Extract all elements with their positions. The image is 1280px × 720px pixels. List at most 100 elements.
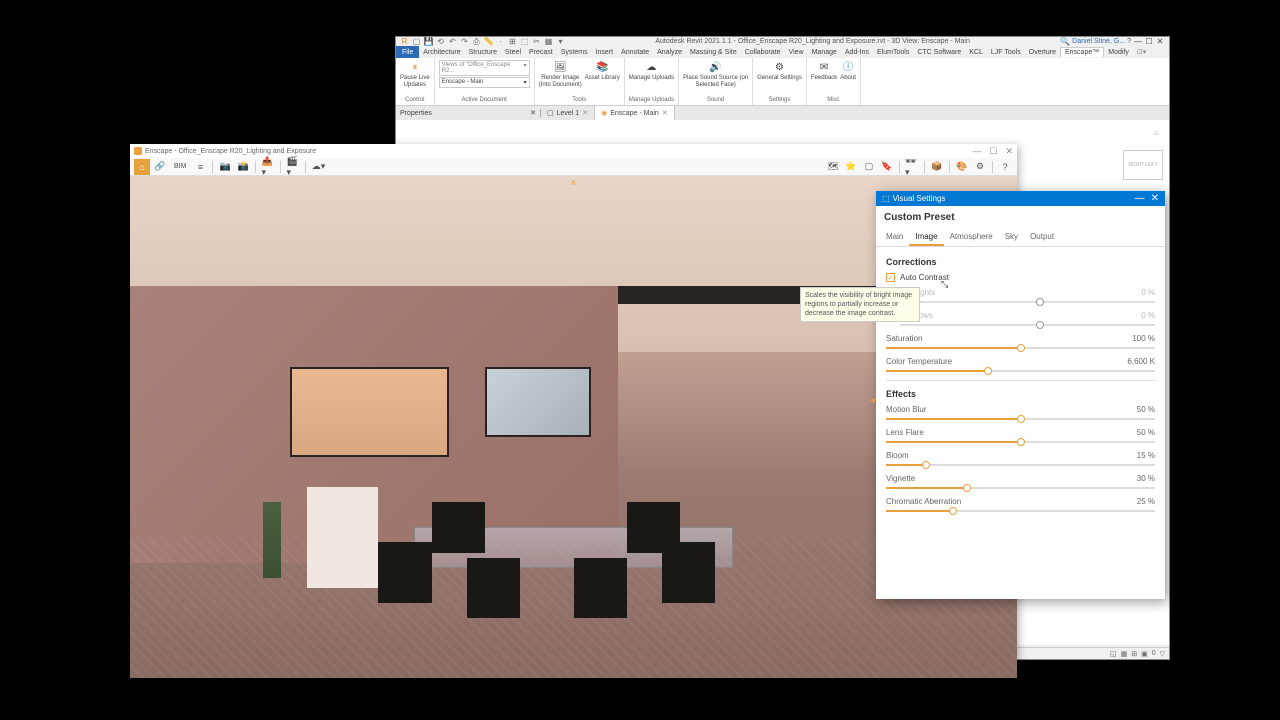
properties-close-icon[interactable]: ✕ [530,109,536,117]
enscape-main-dropdown[interactable]: Enscape - Main▾ [439,77,530,88]
menu-architecture[interactable]: Architecture [419,48,464,57]
lens-flare-slider[interactable]: Lens Flare50 % [886,428,1155,443]
file-menu[interactable]: File [396,46,419,58]
tab-sky[interactable]: Sky [999,229,1024,246]
general-settings-button[interactable]: ⚙General Settings [757,60,802,82]
screenshot-icon[interactable]: 📷 [217,159,233,175]
print-icon[interactable]: ⎙ [472,37,481,46]
place-sound-button[interactable]: 🔊Place Sound Source (on Selected Face) [683,60,748,88]
shadows-slider[interactable]: Shadows0 % [886,311,1155,326]
tab-image[interactable]: Image [909,229,943,246]
menu-expand-icon[interactable]: ⊡▾ [1137,48,1146,56]
menu-structure[interactable]: Structure [465,48,501,57]
menu-addins[interactable]: Add-Ins [841,48,873,57]
menu-kcl[interactable]: KCL [965,48,987,57]
tab-main[interactable]: Main [880,229,909,246]
user-label[interactable]: Daniel.Stine, G... [1072,38,1125,45]
menu-manage[interactable]: Manage [808,48,841,57]
search-icon[interactable]: 🔍 [1060,37,1070,46]
batch-icon[interactable]: 📸 [235,159,251,175]
collapse-icon[interactable]: ˄ [571,178,577,189]
menu-massing[interactable]: Massing & Site [686,48,741,57]
menu-enscape[interactable]: Enscape™ [1060,47,1104,57]
highlights-slider[interactable]: Highlights0 % [886,288,1155,303]
saturation-slider[interactable]: Saturation100 % [886,334,1155,349]
menu-analyze[interactable]: Analyze [653,48,686,57]
viewcube-icon[interactable]: ⌂ [1154,128,1159,137]
vr-icon[interactable]: 🕶▾ [904,159,920,175]
status-icon[interactable]: ◱ [1110,650,1117,658]
vs-titlebar[interactable]: ⬚Visual Settings —✕ [876,191,1165,206]
sync-icon[interactable]: ⟲ [436,37,445,46]
vignette-slider[interactable]: Vignette30 % [886,474,1155,489]
menu-ljf[interactable]: LJF Tools [987,48,1025,57]
video-icon[interactable]: 🎬▾ [285,159,301,175]
menu-view[interactable]: View [785,48,808,57]
help-icon[interactable]: ? [997,159,1013,175]
section-icon[interactable]: ✂ [532,37,541,46]
bookmark-icon[interactable]: 🔖 [879,159,895,175]
asset-library-button[interactable]: 📚Asset Library [585,60,620,82]
menu-overture[interactable]: Overture [1025,48,1060,57]
menu-annotate[interactable]: Annotate [617,48,653,57]
tab-atmosphere[interactable]: Atmosphere [944,229,999,246]
status-icon[interactable]: ▦ [1121,650,1128,658]
export-icon[interactable]: 📤▾ [260,159,276,175]
close-icon[interactable]: ✕ [1155,37,1165,46]
auto-contrast-checkbox[interactable]: ✓Auto Contrast [886,273,1155,282]
menu-steel[interactable]: Steel [501,48,525,57]
tab-output[interactable]: Output [1024,229,1060,246]
menu-ctc[interactable]: CTC Software [913,48,965,57]
views-dropdown[interactable]: Views of "Office_Enscape R2...▾ [439,60,530,76]
visual-settings-icon[interactable]: 🎨 [954,159,970,175]
menu-collaborate[interactable]: Collaborate [741,48,785,57]
minimize-icon[interactable]: — [972,146,981,157]
upload-icon[interactable]: ☁▾ [310,159,326,175]
bloom-slider[interactable]: Bloom15 % [886,451,1155,466]
close-icon[interactable]: ✕ [1005,146,1013,157]
link-icon[interactable]: 🔗 [152,159,168,175]
save-icon[interactable]: 💾 [424,37,433,46]
feedback-button[interactable]: ✉Feedback [811,60,837,82]
align-icon[interactable]: ⊞ [508,37,517,46]
bim-button[interactable]: BIM [170,159,190,175]
open-icon[interactable]: ▢ [412,37,421,46]
menu-precast[interactable]: Precast [525,48,557,57]
status-icon[interactable]: ⊞ [1131,650,1137,658]
3d-icon[interactable]: ⬚ [520,37,529,46]
about-button[interactable]: ⓘAbout [840,60,856,82]
close-icon[interactable]: ✕ [1151,193,1159,204]
minimize-icon[interactable]: — [1135,193,1145,204]
menu-modify[interactable]: Modify [1104,48,1133,57]
menu-systems[interactable]: Systems [557,48,592,57]
minimize-icon[interactable]: — [1133,37,1143,46]
views-icon[interactable]: ▢ [861,159,877,175]
render-image-button[interactable]: 🖼Render Image (Into Document) [539,60,582,88]
filter-icon[interactable]: ▽ [1160,650,1165,658]
pause-live-button[interactable]: ⏸Pause Live Updates [400,60,430,88]
menu-elumtools[interactable]: ElumTools [873,48,913,57]
expand-left-icon[interactable]: ◂ [870,395,875,406]
motion-blur-slider[interactable]: Motion Blur50 % [886,405,1155,420]
home-icon[interactable]: ⌂ [134,159,150,175]
viewcube[interactable]: RIGHT LEFT [1123,150,1163,180]
measure-icon[interactable]: 📏 [484,37,493,46]
help-icon[interactable]: ? [1127,38,1131,45]
manage-uploads-button[interactable]: ☁Manage Uploads [629,60,674,82]
settings-icon[interactable]: ⚙ [972,159,988,175]
tab-level1[interactable]: ▢Level 1✕ [541,106,595,120]
asset-icon[interactable]: 📦 [929,159,945,175]
maximize-icon[interactable]: ☐ [989,146,997,157]
redo-icon[interactable]: ↷ [460,37,469,46]
maximize-icon[interactable]: ☐ [1144,37,1154,46]
view-icon[interactable]: ▦ [544,37,553,46]
list-icon[interactable]: ≡ [192,159,208,175]
undo-icon[interactable]: ↶ [448,37,457,46]
chromatic-aberration-slider[interactable]: Chromatic Aberration25 % [886,497,1155,512]
tab-enscape-main[interactable]: ◉Enscape - Main✕ [595,106,675,120]
color-temperature-slider[interactable]: Color Temperature6,600 K [886,357,1155,372]
more-icon[interactable]: ▾ [556,37,565,46]
favorite-icon[interactable]: ⭐ [843,159,859,175]
status-icon[interactable]: ▣ [1141,650,1148,658]
menu-insert[interactable]: Insert [592,48,618,57]
